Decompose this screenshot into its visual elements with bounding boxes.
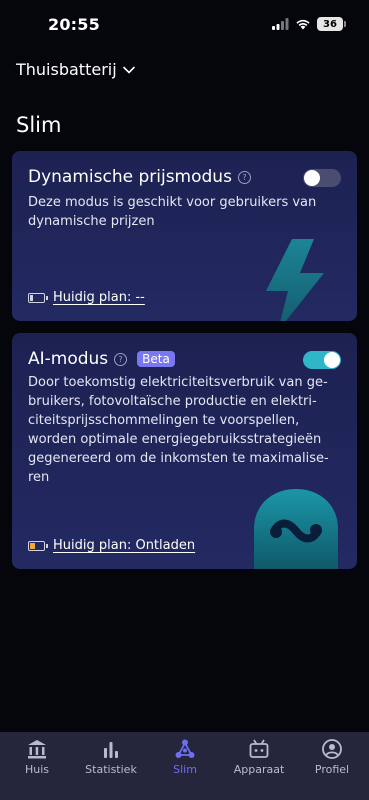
bottom-tab-bar: Huis Statistiek Slim Apparaat Profiel: [0, 732, 369, 800]
bar-chart-icon: [104, 742, 118, 758]
profile-icon: [322, 739, 342, 759]
current-plan-link[interactable]: Huidig plan: --: [53, 290, 145, 305]
robot-mascot-icon: [254, 489, 338, 569]
current-plan-link[interactable]: Huidig plan: Ontladen: [53, 538, 195, 553]
tab-apparaat[interactable]: Apparaat: [222, 738, 296, 776]
toggle-knob: [304, 170, 320, 186]
lightning-icon: [266, 239, 324, 321]
battery-low-icon: [28, 292, 48, 303]
dynamic-price-toggle[interactable]: [303, 169, 341, 187]
ai-mode-card: AI-modus ? Beta Door toekomstig elektric…: [12, 333, 357, 569]
battery-indicator: 36: [317, 17, 346, 31]
device-name: Thuisbatterij: [16, 60, 117, 79]
device-icon: [249, 739, 269, 758]
bank-icon: [28, 740, 46, 759]
current-plan[interactable]: Huidig plan: --: [28, 290, 145, 305]
tab-label: Statistiek: [85, 763, 137, 776]
help-icon[interactable]: ?: [237, 170, 251, 184]
dynamic-price-card: Dynamische prijsmodus ? Deze modus is ge…: [12, 151, 357, 321]
status-icons: 36: [272, 16, 346, 32]
tab-label: Apparaat: [233, 763, 285, 776]
chevron-down-icon: [122, 66, 135, 74]
signal-icon: [272, 18, 289, 30]
card-description: Deze modus is geschikt voor gebruikers v…: [28, 195, 317, 229]
tab-slim[interactable]: Slim: [148, 738, 222, 776]
ai-mode-toggle[interactable]: [303, 351, 341, 369]
card-title: AI-modus: [28, 349, 109, 369]
current-plan[interactable]: Huidig plan: Ontladen: [28, 538, 195, 553]
network-icon: [175, 739, 195, 758]
device-selector[interactable]: Thuisbatterij: [16, 60, 135, 79]
page-title: Slim: [16, 113, 62, 137]
status-bar: 20:55 36: [0, 0, 369, 48]
clock: 20:55: [48, 15, 100, 34]
tab-label: Profiel: [314, 763, 350, 776]
tab-profiel[interactable]: Profiel: [295, 738, 369, 776]
battery-discharge-icon: [28, 540, 48, 551]
wifi-icon: [296, 19, 310, 30]
toggle-knob: [324, 352, 340, 368]
tab-label: Slim: [173, 763, 197, 776]
tab-label: Huis: [24, 763, 50, 776]
help-icon[interactable]: ?: [114, 352, 128, 366]
card-title: Dynamische prijsmodus: [28, 167, 232, 187]
tab-statistiek[interactable]: Statistiek: [74, 738, 148, 776]
tab-huis[interactable]: Huis: [0, 738, 74, 776]
beta-badge: Beta: [137, 351, 175, 367]
card-description: Door toekomstig elektriciteitsverbruik v…: [28, 375, 329, 485]
